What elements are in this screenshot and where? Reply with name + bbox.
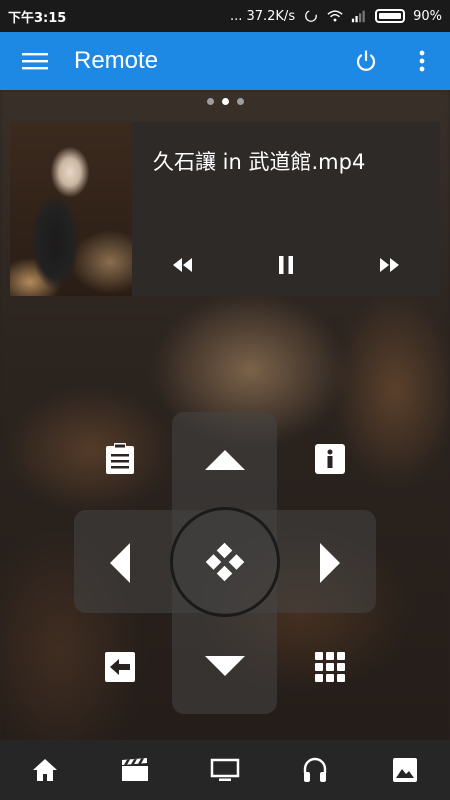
pause-icon [278,256,293,274]
home-icon [33,759,57,781]
pictures-icon [393,758,417,782]
right-button[interactable] [310,538,350,588]
pager-dot[interactable] [206,98,214,105]
music-icon [303,757,327,782]
down-button[interactable] [200,646,250,686]
back-icon [105,652,135,682]
battery-icon [375,9,406,23]
pager-dot-active[interactable] [221,98,229,105]
menu-button[interactable] [0,32,70,90]
signal-icon [351,10,365,23]
up-arrow-icon [205,450,245,470]
left-arrow-icon [110,543,130,583]
power-icon [356,50,376,71]
network-speed: ... 37.2K/s [229,8,296,24]
nav-music[interactable] [285,740,345,800]
battery-level: 90% [413,8,442,24]
hamburger-icon [22,53,48,70]
fast-forward-button[interactable] [369,250,409,280]
clipboard-list-icon [106,443,134,474]
page-title: Remote [74,47,159,74]
movies-icon [122,758,148,781]
status-bar: 下午3:15 ... 37.2K/s 90% [0,0,450,32]
left-button[interactable] [100,538,140,588]
up-button[interactable] [200,440,250,480]
pager-indicator [0,98,450,105]
back-button[interactable] [102,649,138,685]
select-icon [205,542,245,582]
select-button[interactable] [200,537,250,587]
grid-icon [315,652,345,682]
fast-forward-icon [379,258,399,272]
now-playing-thumbnail[interactable] [10,122,132,296]
wifi-icon [327,10,343,22]
sync-icon [305,10,317,22]
pause-button[interactable] [266,250,306,280]
tv-icon [210,758,240,781]
app-bar: Remote [0,32,450,90]
info-button[interactable] [312,441,348,477]
now-playing-card: 久石讓 in 武道館.mp4 [10,122,440,296]
grid-button[interactable] [312,649,348,685]
now-playing-title: 久石讓 in 武道館.mp4 [153,150,366,174]
nav-tv[interactable] [195,740,255,800]
nav-pictures[interactable] [375,740,435,800]
context-menu-button[interactable] [102,441,138,477]
status-time: 下午3:15 [8,10,67,26]
rewind-icon [173,258,193,272]
nav-home[interactable] [15,740,75,800]
right-arrow-icon [320,543,340,583]
down-arrow-icon [205,656,245,676]
power-button[interactable] [338,32,394,90]
nav-movies[interactable] [105,740,165,800]
bottom-nav [0,740,450,800]
info-icon [315,444,345,474]
pager-dot[interactable] [236,98,244,105]
overflow-menu-button[interactable] [394,32,450,90]
rewind-button[interactable] [163,250,203,280]
more-vert-icon [419,50,425,72]
